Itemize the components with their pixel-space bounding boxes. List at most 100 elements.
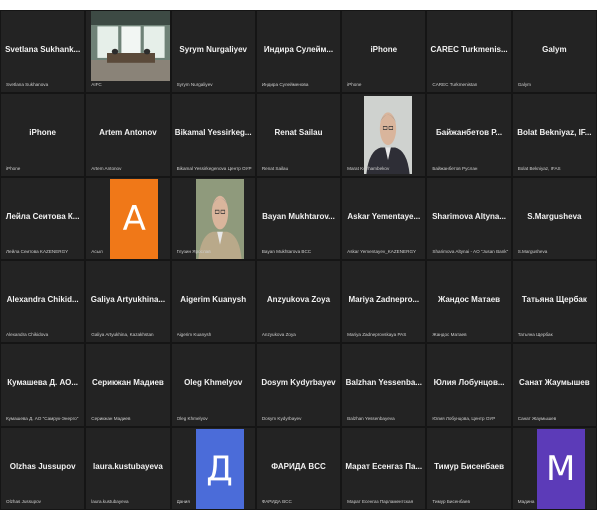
participant-name-label: Юлия Лобунцова, Центр ОУР — [432, 415, 496, 421]
participant-tile[interactable]: Юлия Лобунцов... Юлия Лобунцова, Центр ОУ… — [426, 343, 512, 427]
participant-display-name: Sharimova Altyna... — [432, 211, 507, 221]
participant-display-name: Anzyukova Zoya — [266, 295, 331, 304]
participant-video — [195, 178, 244, 259]
participant-tile[interactable]: Olzhas Jussupov Olzhas Jussupov — [0, 426, 86, 510]
participant-tile[interactable]: Aigerim Kuanysh Aigerim Kuanysh — [170, 260, 256, 344]
participant-display-name: Alexandra Chikid... — [6, 295, 79, 304]
participant-name-label: Marat Kozhambekov — [347, 165, 390, 171]
participant-tile[interactable]: Anzyukova Zoya Anzyukova Zoya — [255, 260, 342, 344]
participant-name-label: Индира Сулейменова — [261, 82, 309, 88]
participant-display-name: Индира Сулейм... — [263, 45, 334, 54]
participant-display-name: Mariya Zadnepro... — [348, 295, 420, 304]
participant-name-label: Санат Жаумышев — [517, 415, 557, 421]
participant-display-name: Aigerim Kuanysh — [180, 295, 247, 304]
participant-video-feed — [364, 96, 413, 175]
participant-tile[interactable]: Индира Сулейм... Индира Сулейменова — [255, 10, 342, 94]
participant-name-label: Дания — [176, 498, 190, 504]
participant-tile[interactable]: Д Дания — [170, 426, 256, 510]
participant-name-label: Bikamal Yessirkegenova Центр ОУР — [176, 165, 252, 171]
participant-tile[interactable]: Глузин Ярослав — [170, 176, 256, 260]
participant-tile[interactable]: AIFC — [85, 10, 171, 94]
participant-display-name: Байжанбетов Р... — [436, 128, 503, 138]
participant-tile[interactable]: iPhone iPhone — [341, 10, 427, 94]
participant-display-name: Balzhan Yessenba... — [345, 378, 422, 388]
participant-name-label: Svetlana Sukhanova — [6, 82, 49, 88]
participant-tile[interactable]: Artem Antonov Artem Antonov — [85, 93, 171, 177]
participant-tile[interactable]: Bolat Bekniyaz, IF... Bolat Bekniyaz, IFA… — [511, 93, 597, 177]
participant-display-name: Марат Есенгаз Па... — [345, 461, 423, 471]
participant-name-label: Artem Antonov — [91, 165, 122, 171]
participant-tile[interactable]: Galiya Artyukhina... Galiya Artyukhina, K… — [85, 260, 171, 344]
participant-tile[interactable]: Жандос Матаев Жандос Матаев — [426, 260, 512, 344]
participant-tile[interactable]: CAREC Turkmenis... CAREC Turkmenistan — [426, 10, 512, 94]
participant-display-name: Oleg Khmelyov — [184, 378, 243, 388]
participant-tile[interactable]: laura.kustubayeva laura.kustubayeva — [85, 426, 171, 510]
participant-tile[interactable]: Dosym Kydyrbayev Dosym Kydyrbayev — [255, 343, 342, 427]
participant-name-label: S.Margusheva — [517, 248, 548, 254]
participant-tile[interactable]: A Асыл — [85, 176, 171, 260]
participant-tile[interactable]: Oleg Khmelyov Oleg Khmelyov — [170, 343, 256, 427]
participant-name-label: CAREC Turkmenistan — [432, 82, 478, 88]
participant-display-name: Санат Жаумышев — [519, 378, 590, 388]
participant-name-label: Dosym Kydyrbayev — [261, 415, 302, 421]
participant-name-label: Татьяна Щербак — [517, 332, 553, 338]
participant-name-label: iPhone — [6, 165, 21, 171]
participant-display-name: Кумашева Д. АО... — [7, 378, 79, 388]
participant-name-label: Bolat Bekniyaz, IFAS — [517, 165, 561, 171]
participant-display-name: Татьяна Щербак — [521, 295, 587, 304]
participant-tile[interactable]: Syrym Nurgaliyev Syrym Nurgaliyev — [170, 10, 256, 94]
participant-name-label: Renat Sailau — [261, 165, 289, 171]
participant-tile[interactable]: Askar Yementaye... Askar Yementayev_KAZEN… — [341, 176, 427, 260]
participant-display-name: Юлия Лобунцов... — [433, 378, 505, 388]
participant-tile[interactable]: Mariya Zadnepro... Mariya Zadneprovskaya … — [341, 260, 427, 344]
participant-display-name: Dosym Kydyrbayev — [261, 378, 336, 388]
participant-name-label: Тимур Бисенбаев — [432, 498, 470, 504]
participant-name-label: Bayan Mukhtarova BCC — [261, 248, 312, 254]
participant-tile[interactable]: Bayan Mukhtarov... Bayan Mukhtarova BCC — [255, 176, 342, 260]
participant-display-name: Жандос Матаев — [438, 295, 501, 304]
participant-name-label: Марат Есенгаз Парламентская — [347, 498, 414, 504]
participant-tile[interactable]: M Мадина — [511, 426, 597, 510]
participant-tile[interactable]: Татьяна Щербак Татьяна Щербак — [511, 260, 597, 344]
participant-tile[interactable]: Лейла Сеитова К... Лейла Сеитова KAZENERG… — [0, 176, 86, 260]
participant-tile[interactable]: ФАРИДА BCC ФАРИДА BCC — [255, 426, 342, 510]
participant-name-label: Жандос Матаев — [432, 332, 467, 338]
participant-display-name: Askar Yementaye... — [347, 211, 421, 221]
participant-tile[interactable]: S.Margusheva S.Margusheva — [511, 176, 597, 260]
participant-name-label: Мадина — [517, 498, 535, 504]
participant-display-name: Olzhas Jussupov — [9, 461, 76, 471]
participant-tile[interactable]: Renat Sailau Renat Sailau — [255, 93, 342, 177]
participant-video-feed — [195, 178, 244, 259]
participant-name-label: Байжанбетов Руслан — [432, 165, 478, 171]
participant-name-label: iPhone — [347, 82, 362, 88]
participant-display-name: Тимур Бисенбаев — [434, 461, 505, 471]
participant-tile[interactable]: Тимур Бисенбаев Тимур Бисенбаев — [426, 426, 512, 510]
participant-video — [364, 96, 413, 175]
participant-tile[interactable]: Серикжан Мадиев Серикжан Мадиев — [85, 343, 171, 427]
participant-tile[interactable]: Байжанбетов Р... Байжанбетов Руслан — [426, 93, 512, 177]
participant-display-name: Лейла Сеитова К... — [5, 211, 80, 221]
participant-name-label: Асыл — [91, 248, 103, 254]
participant-display-name: S.Margusheva — [527, 211, 582, 221]
participant-tile[interactable]: iPhone iPhone — [0, 93, 86, 177]
participant-tile[interactable]: Galym Galym — [511, 10, 597, 94]
participant-display-name: Artem Antonov — [99, 128, 157, 138]
participant-tile[interactable]: Marat Kozhambekov — [341, 93, 427, 177]
participant-tile[interactable]: Svetlana Sukhank... Svetlana Sukhanova — [0, 10, 86, 94]
participant-name-label: laura.kustubayeva — [91, 498, 129, 504]
participant-tile[interactable]: Кумашева Д. АО... Кумашева Д. АО "Самрук-… — [0, 343, 86, 427]
participant-name-label: ФАРИДА BCC — [261, 498, 292, 504]
room-video-feed — [91, 11, 170, 81]
participant-tile[interactable]: Марат Есенгаз Па... Марат Есенгаз Парламе… — [341, 426, 427, 510]
participant-display-name: Bayan Mukhtarov... — [262, 211, 335, 221]
participant-name-label: Глузин Ярослав — [176, 248, 211, 254]
participant-display-name: iPhone — [29, 128, 56, 138]
participant-name-label: Sharimova Altynai - AO "Jusan Bank" — [432, 248, 509, 254]
participant-tile[interactable]: Sharimova Altyna... Sharimova Altynai - A… — [426, 176, 512, 260]
participant-tile[interactable]: Санат Жаумышев Санат Жаумышев — [511, 343, 597, 427]
participant-avatar: M — [536, 428, 585, 509]
participant-tile[interactable]: Alexandra Chikid... Alexandra Chikidova — [0, 260, 86, 344]
participant-tile[interactable]: Bikamal Yessirkeg... Bikamal Yessirkegeno… — [170, 93, 256, 177]
participant-tile[interactable]: Balzhan Yessenba... Balzhan Yessenbayeva — [341, 343, 427, 427]
participant-name-label: Askar Yementayev_KAZENERGY — [347, 248, 417, 254]
